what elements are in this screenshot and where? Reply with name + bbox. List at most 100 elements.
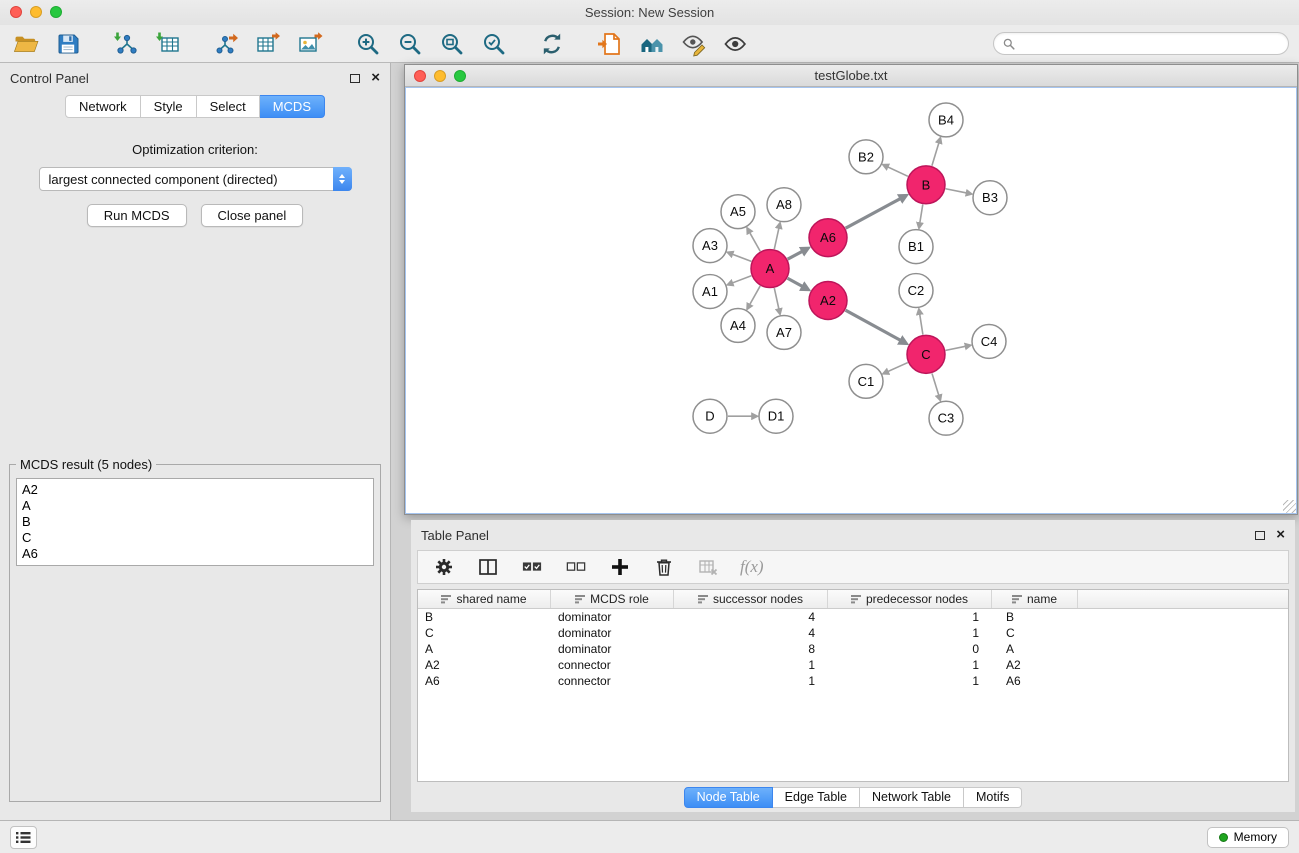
import-network-button[interactable] <box>110 29 142 59</box>
graph-edge-A2-C[interactable] <box>846 310 901 340</box>
tab-select[interactable]: Select <box>197 95 260 118</box>
fullscreen-window-button[interactable] <box>50 6 62 18</box>
tab-mcds[interactable]: MCDS <box>260 95 325 118</box>
apply-layout-button[interactable] <box>536 29 568 59</box>
mcds-result-list[interactable]: A2ABCA6 <box>16 478 374 566</box>
task-history-button[interactable] <box>10 826 37 849</box>
export-table-button[interactable] <box>252 29 284 59</box>
table-cell-shared-name[interactable]: A6 <box>418 674 551 688</box>
table-cell-name[interactable]: A <box>992 642 1078 656</box>
table-cell-mcds-role[interactable]: dominator <box>551 626 674 640</box>
table-cell-mcds-role[interactable]: connector <box>551 658 674 672</box>
delete-column-button[interactable] <box>652 554 676 580</box>
result-item-b[interactable]: B <box>22 514 368 530</box>
hide-details-button[interactable] <box>720 29 752 59</box>
function-builder-button[interactable]: f(x) <box>740 554 764 580</box>
network-window-minimize-button[interactable] <box>434 70 446 82</box>
graph-edge-C-C3[interactable] <box>932 373 939 395</box>
table-cell-mcds-role[interactable]: connector <box>551 674 674 688</box>
zoom-in-button[interactable] <box>352 29 384 59</box>
graph-edge-A-A7[interactable] <box>774 288 779 309</box>
result-item-a2[interactable]: A2 <box>22 482 368 498</box>
table-cell-name[interactable]: C <box>992 626 1078 640</box>
save-session-button[interactable] <box>52 29 84 59</box>
network-canvas[interactable]: A5A8A3A1A4A7AA6A2BB2B4B3B1CC2C4C1C3DD1 <box>405 87 1297 514</box>
table-cell-predecessor-nodes[interactable]: 0 <box>828 642 992 656</box>
table-row[interactable]: A6connector11A6 <box>418 673 1288 689</box>
graph-edge-A-A5[interactable] <box>750 233 761 252</box>
graphics-details-button[interactable] <box>678 29 710 59</box>
table-cell-predecessor-nodes[interactable]: 1 <box>828 626 992 640</box>
graph-node-C4[interactable]: C4 <box>972 324 1006 358</box>
table-row[interactable]: Cdominator41C <box>418 625 1288 641</box>
select-all-button[interactable] <box>520 554 544 580</box>
tab-network[interactable]: Network <box>65 95 141 118</box>
result-item-a6[interactable]: A6 <box>22 546 368 562</box>
graph-edge-B-B3[interactable] <box>946 189 967 193</box>
add-column-button[interactable] <box>608 554 632 580</box>
graph-edge-A-A6[interactable] <box>788 251 803 259</box>
tab-network-table[interactable]: Network Table <box>860 787 964 808</box>
graph-node-D1[interactable]: D1 <box>759 399 793 433</box>
table-cell-predecessor-nodes[interactable]: 1 <box>828 674 992 688</box>
graph-edge-C-C4[interactable] <box>946 346 966 350</box>
table-row[interactable]: A2connector11A2 <box>418 657 1288 673</box>
graph-edge-B-B1[interactable] <box>920 204 923 223</box>
column-header-shared-name[interactable]: shared name <box>418 590 551 608</box>
new-document-button[interactable] <box>594 29 626 59</box>
control-panel-close-button[interactable]: × <box>371 73 380 83</box>
graph-edge-A-A3[interactable] <box>732 254 751 261</box>
graph-node-B1[interactable]: B1 <box>899 230 933 264</box>
run-mcds-button[interactable]: Run MCDS <box>87 204 187 227</box>
table-cell-mcds-role[interactable]: dominator <box>551 642 674 656</box>
graph-node-A8[interactable]: A8 <box>767 188 801 222</box>
table-panel-close-button[interactable]: × <box>1276 530 1285 540</box>
table-cell-name[interactable]: A2 <box>992 658 1078 672</box>
column-header-predecessor-nodes[interactable]: predecessor nodes <box>828 590 992 608</box>
graph-edge-B-B4[interactable] <box>932 143 939 166</box>
table-row[interactable]: Adominator80A <box>418 641 1288 657</box>
table-cell-successor-nodes[interactable]: 4 <box>674 626 828 640</box>
graph-node-D[interactable]: D <box>693 399 727 433</box>
table-cell-shared-name[interactable]: B <box>418 610 551 624</box>
graph-node-C3[interactable]: C3 <box>929 401 963 435</box>
graph-node-C[interactable]: C <box>907 335 945 373</box>
network-window-close-button[interactable] <box>414 70 426 82</box>
close-window-button[interactable] <box>10 6 22 18</box>
table-settings-button[interactable] <box>432 554 456 580</box>
tab-edge-table[interactable]: Edge Table <box>773 787 860 808</box>
graph-node-B[interactable]: B <box>907 166 945 204</box>
minimize-window-button[interactable] <box>30 6 42 18</box>
table-cell-successor-nodes[interactable]: 8 <box>674 642 828 656</box>
close-panel-button[interactable]: Close panel <box>201 204 304 227</box>
tab-motifs[interactable]: Motifs <box>964 787 1022 808</box>
export-network-button[interactable] <box>210 29 242 59</box>
graph-node-C2[interactable]: C2 <box>899 274 933 308</box>
graph-node-B3[interactable]: B3 <box>973 181 1007 215</box>
graph-node-A7[interactable]: A7 <box>767 315 801 349</box>
graph-node-B2[interactable]: B2 <box>849 140 883 174</box>
table-cell-mcds-role[interactable]: dominator <box>551 610 674 624</box>
result-item-c[interactable]: C <box>22 530 368 546</box>
export-image-button[interactable] <box>294 29 326 59</box>
graph-edge-C-C1[interactable] <box>888 363 908 372</box>
network-window-zoom-button[interactable] <box>454 70 466 82</box>
search-input[interactable] <box>1020 37 1279 51</box>
graph-node-C1[interactable]: C1 <box>849 364 883 398</box>
open-file-button[interactable] <box>10 29 42 59</box>
column-manager-button[interactable] <box>476 554 500 580</box>
graph-node-B4[interactable]: B4 <box>929 103 963 137</box>
graph-edge-A-A1[interactable] <box>732 276 751 283</box>
table-cell-name[interactable]: B <box>992 610 1078 624</box>
criterion-dropdown[interactable]: largest connected component (directed) <box>39 167 352 191</box>
memory-button[interactable]: Memory <box>1207 827 1289 848</box>
deselect-all-button[interactable] <box>564 554 588 580</box>
table-cell-predecessor-nodes[interactable]: 1 <box>828 610 992 624</box>
graph-node-A4[interactable]: A4 <box>721 308 755 342</box>
table-row[interactable]: Bdominator41B <box>418 609 1288 625</box>
search-box[interactable] <box>993 32 1289 55</box>
network-graph[interactable]: A5A8A3A1A4A7AA6A2BB2B4B3B1CC2C4C1C3DD1 <box>405 87 1297 514</box>
zoom-out-button[interactable] <box>394 29 426 59</box>
column-header-mcds-role[interactable]: MCDS role <box>551 590 674 608</box>
import-table-button[interactable] <box>152 29 184 59</box>
